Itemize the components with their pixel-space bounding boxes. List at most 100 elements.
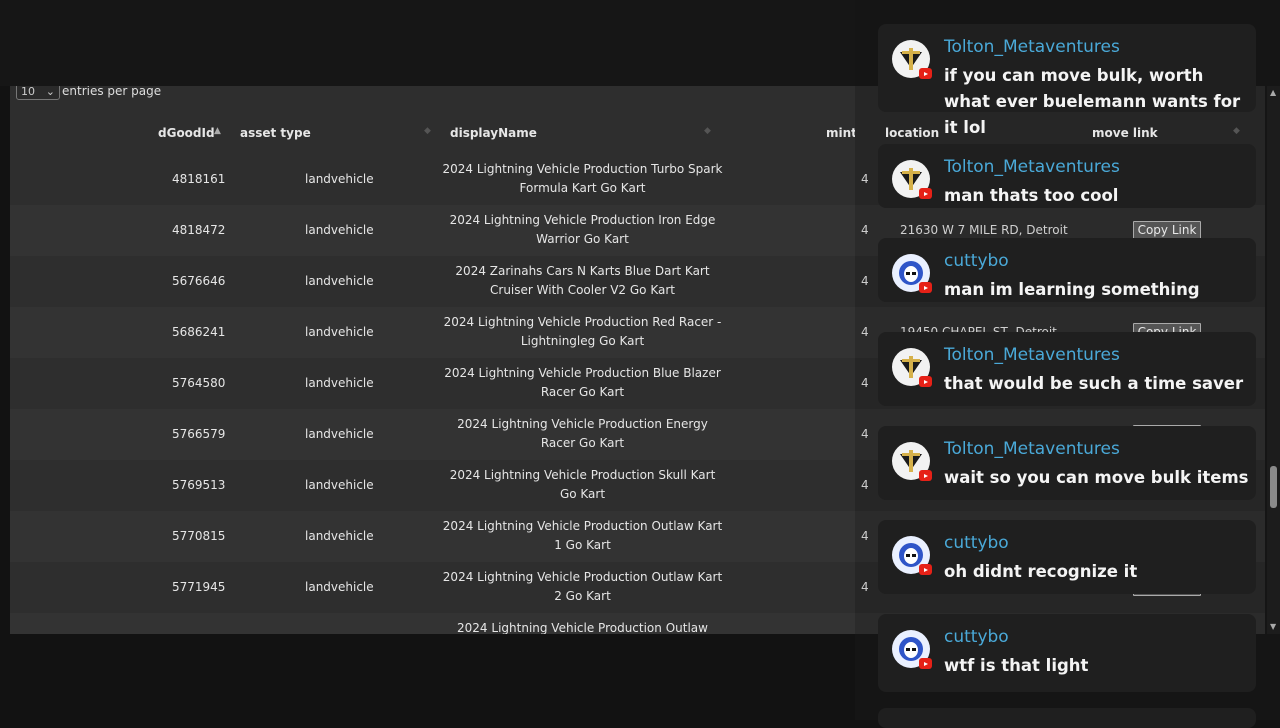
cell-display-name: 2024 Lightning Vehicle Production Outlaw bbox=[457, 621, 708, 634]
scroll-up-icon[interactable]: ▲ bbox=[1270, 88, 1276, 97]
chat-username: Tolton_Metaventures bbox=[944, 439, 1120, 459]
cell-asset-type: landvehicle bbox=[305, 529, 374, 543]
cell-mint: 4 bbox=[861, 427, 869, 441]
chat-username: Tolton_Metaventures bbox=[944, 157, 1120, 177]
cell-mint: 4 bbox=[861, 478, 869, 492]
chat-username: Tolton_Metaventures bbox=[944, 37, 1120, 57]
cell-mint: 4 bbox=[861, 580, 869, 594]
top-bar bbox=[0, 0, 855, 86]
sort-asc-icon[interactable]: ▲ bbox=[214, 126, 221, 136]
column-header-asset-type[interactable]: asset type bbox=[240, 126, 311, 140]
cell-mint: 4 bbox=[861, 223, 869, 237]
cell-mint: 4 bbox=[861, 529, 869, 543]
table-row: 5770815 landvehicle 2024 Lightning Vehicle… bbox=[10, 511, 855, 562]
cell-asset-type: landvehicle bbox=[305, 580, 374, 594]
chat-username: Tolton_Metaventures bbox=[944, 345, 1120, 365]
entries-per-page-label: entries per page bbox=[62, 86, 162, 98]
cell-mint: 4 bbox=[861, 172, 869, 186]
chat-message-text: oh didnt recognize it bbox=[944, 562, 1138, 581]
cell-display-name: 2024 Lightning Vehicle Production Outlaw… bbox=[442, 519, 723, 552]
chat-message-text: if you can move bulk, worth what ever bu… bbox=[944, 66, 1241, 137]
page-scrollbar[interactable]: ▲ ▼ bbox=[1267, 86, 1280, 634]
cell-asset-type: landvehicle bbox=[305, 478, 374, 492]
entries-select-value: 10 bbox=[21, 86, 35, 98]
chat-message: Tolton_Metaventuresthat would be such a … bbox=[878, 332, 1256, 406]
cell-display-name: 2024 Lightning Vehicle Production Energy… bbox=[457, 417, 708, 450]
cell-asset-type: landvehicle bbox=[305, 427, 374, 441]
chat-message: Tolton_Metaventuresif you can move bulk,… bbox=[878, 24, 1256, 137]
cell-dgoodid: 5770815 bbox=[172, 529, 226, 543]
table-row: 2024 Lightning Vehicle Production Outlaw bbox=[10, 613, 855, 634]
cell-dgoodid: 4818161 bbox=[172, 172, 226, 186]
entries-per-page-select[interactable]: 10 ⌄ bbox=[16, 86, 60, 100]
cell-asset-type: landvehicle bbox=[305, 376, 374, 390]
cell-asset-type: landvehicle bbox=[305, 223, 374, 237]
cell-dgoodid: 4818472 bbox=[172, 223, 226, 237]
chat-message-text: man im learning something bbox=[944, 280, 1200, 299]
chat-message-text: man thats too cool bbox=[944, 186, 1119, 205]
tolton-logo-icon bbox=[900, 48, 922, 70]
chat-username: cuttybo bbox=[944, 627, 1009, 647]
table-row: 4818472 landvehicle 2024 Lightning Vehicle… bbox=[10, 205, 855, 256]
chat-message-text: wait so you can move bulk items bbox=[944, 468, 1249, 487]
youtube-icon bbox=[919, 564, 932, 575]
cell-location: 21630 W 7 MILE RD, Detroit bbox=[900, 223, 1068, 237]
youtube-icon bbox=[919, 658, 932, 669]
cell-dgoodid: 5769513 bbox=[172, 478, 226, 492]
chat-message: Tolton_Metaventureswait so you can move … bbox=[878, 426, 1256, 500]
chat-message-text: that would be such a time saver bbox=[944, 374, 1244, 393]
cell-display-name: 2024 Lightning Vehicle Production Red Ra… bbox=[443, 315, 722, 348]
youtube-icon bbox=[919, 470, 932, 481]
tolton-logo-icon bbox=[900, 168, 922, 190]
cell-asset-type: landvehicle bbox=[305, 274, 374, 288]
chat-username: cuttybo bbox=[944, 533, 1009, 553]
youtube-icon bbox=[919, 282, 932, 293]
cell-mint: 4 bbox=[861, 376, 869, 390]
chat-username: cuttybo bbox=[944, 251, 1009, 271]
cell-dgoodid: 5686241 bbox=[172, 325, 226, 339]
cell-display-name: 2024 Lightning Vehicle Production Iron E… bbox=[449, 213, 716, 246]
youtube-icon bbox=[919, 376, 932, 387]
chat-message-partial bbox=[878, 708, 1256, 728]
table-row: 4818161 landvehicle 2024 Lightning Vehicle… bbox=[10, 154, 855, 205]
entries-control: 10 ⌄ entries per page bbox=[16, 86, 161, 100]
scroll-down-icon[interactable]: ▼ bbox=[1270, 622, 1276, 631]
tolton-logo-icon bbox=[900, 450, 922, 472]
column-header-displayname[interactable]: displayName bbox=[450, 126, 537, 140]
chevron-down-icon: ⌄ bbox=[45, 86, 55, 98]
data-table-panel: 10 ⌄ entries per page dGoodId ▲ asset ty… bbox=[10, 86, 855, 634]
cell-dgoodid: 5771945 bbox=[172, 580, 226, 594]
cell-dgoodid: 5766579 bbox=[172, 427, 226, 441]
cell-dgoodid: 5676646 bbox=[172, 274, 226, 288]
chat-message-text: wtf is that light bbox=[944, 656, 1089, 675]
chat-message: Tolton_Metaventuresman thats too cool bbox=[878, 144, 1256, 208]
tolton-logo-icon bbox=[900, 356, 922, 378]
chat-message: cuttybo oh didnt recognize it bbox=[878, 520, 1256, 594]
table-row: 5676646 landvehicle 2024 Zarinahs Cars N K… bbox=[10, 256, 855, 307]
column-header-location[interactable]: location bbox=[885, 126, 939, 140]
cell-asset-type: landvehicle bbox=[305, 172, 374, 186]
chat-message: cuttybo man im learning something bbox=[878, 238, 1256, 302]
table-row: 5764580 landvehicle 2024 Lightning Vehicle… bbox=[10, 358, 855, 409]
sort-icon[interactable]: ◆ bbox=[704, 126, 711, 136]
cell-display-name: 2024 Lightning Vehicle Production Outlaw… bbox=[442, 570, 723, 603]
youtube-icon bbox=[919, 188, 932, 199]
youtube-icon bbox=[919, 68, 932, 79]
cell-asset-type: landvehicle bbox=[305, 325, 374, 339]
sort-icon[interactable]: ◆ bbox=[424, 126, 431, 136]
cell-mint: 4 bbox=[861, 274, 869, 288]
chat-message: cuttybo wtf is that light bbox=[878, 614, 1256, 692]
cell-display-name: 2024 Zarinahs Cars N Karts Blue Dart Kar… bbox=[455, 264, 710, 297]
table-row: 5766579 landvehicle 2024 Lightning Vehicle… bbox=[10, 409, 855, 460]
table-row: 5686241 landvehicle 2024 Lightning Vehicle… bbox=[10, 307, 855, 358]
copy-link-button[interactable]: Copy Link bbox=[1133, 221, 1201, 239]
cell-mint: 4 bbox=[861, 325, 869, 339]
column-header-mint[interactable]: mint bbox=[826, 126, 855, 140]
table-row: 5771945 landvehicle 2024 Lightning Vehicle… bbox=[10, 562, 855, 613]
cell-display-name: 2024 Lightning Vehicle Production Turbo … bbox=[442, 162, 723, 195]
cell-display-name: 2024 Lightning Vehicle Production Blue B… bbox=[444, 366, 721, 399]
column-header-dgoodid[interactable]: dGoodId bbox=[158, 126, 215, 140]
cell-display-name: 2024 Lightning Vehicle Production Skull … bbox=[449, 468, 716, 501]
table-row: 5769513 landvehicle 2024 Lightning Vehicle… bbox=[10, 460, 855, 511]
scroll-thumb[interactable] bbox=[1270, 466, 1277, 508]
